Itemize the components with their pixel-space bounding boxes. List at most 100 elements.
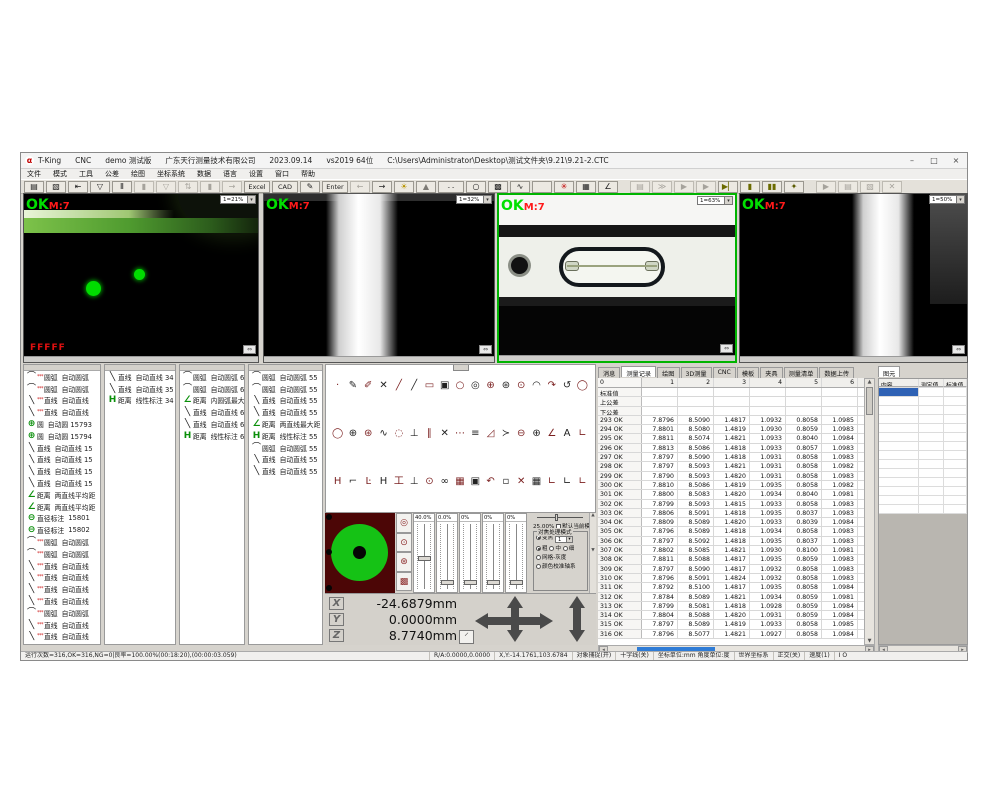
tool-icon[interactable]: ⊛ — [361, 427, 376, 441]
jog-down-icon[interactable] — [507, 630, 523, 642]
toolbar-export-cad-button[interactable]: CAD — [272, 181, 298, 193]
tool-icon[interactable]: ↺ — [559, 379, 574, 393]
tool-icon[interactable]: ⊕ — [483, 379, 498, 393]
tool-icon[interactable]: H — [376, 475, 391, 489]
feature-item[interactable]: ╲直线自动直线 15 — [24, 442, 100, 454]
feature-item[interactable]: ⌒***圆弧自动圆弧 — [24, 383, 100, 395]
slider-thumb[interactable] — [487, 580, 500, 585]
table-row[interactable]: 294 OK7.88018.50801.48191.09300.80591.09… — [598, 425, 864, 434]
zoom-level-select[interactable]: 1▾ — [555, 536, 573, 543]
tool-icon[interactable]: ∟ — [544, 475, 559, 489]
tool-icon[interactable]: ∟ — [575, 475, 590, 489]
camera-view-3-selected[interactable]: OKM:71=63%▾⇔ — [497, 193, 737, 363]
feature-item[interactable]: ⌒***圆弧自动圆弧 — [24, 548, 100, 560]
tab-模板[interactable]: 模板 — [737, 367, 759, 378]
camera-zoom-select[interactable]: 1=50%▾ — [929, 195, 965, 204]
tab-测量清单[interactable]: 测量清单 — [784, 367, 819, 378]
tool-icon[interactable]: ◎ — [468, 379, 483, 393]
tool-icon[interactable]: ✕ — [376, 379, 391, 393]
table-row[interactable]: 299 OK7.87908.50931.48201.09310.80581.09… — [598, 472, 864, 481]
feature-item[interactable]: ╲***直线自动直线 — [24, 583, 100, 595]
tool-icon[interactable]: · — [330, 379, 345, 393]
tool-icon[interactable]: ∿ — [376, 427, 391, 441]
table-row[interactable]: 311 OK7.87928.51001.48171.09350.80581.09… — [598, 583, 864, 592]
toolbar-laser-icon[interactable]: ✳ — [554, 181, 574, 193]
toolbar-edge-tool-icon[interactable]: Ⅱ — [112, 181, 132, 193]
tool-icon[interactable]: ◠ — [529, 379, 544, 393]
feature-item[interactable]: ⊕圆自动圆 15793 — [24, 418, 100, 430]
focus-level-radio[interactable] — [536, 546, 541, 551]
tool-icon[interactable]: ▦ — [452, 475, 467, 489]
table-row[interactable]: 315 OK7.87978.50891.48191.09330.80581.09… — [598, 620, 864, 629]
feature-item[interactable]: ╲直线自动直线 15 — [24, 454, 100, 466]
table-row[interactable]: 307 OK7.88028.50851.48211.09300.81001.09… — [598, 546, 864, 555]
feature-item[interactable]: ╲***直线自动直线 — [24, 631, 100, 643]
feature-item[interactable]: ⌒圆弧自动圆弧 64 — [180, 383, 244, 395]
color-cal-radio[interactable] — [536, 564, 541, 569]
feature-item[interactable]: H距离线性标注 34 — [105, 395, 175, 407]
toolbar-magnifier-icon[interactable]: ○ — [466, 181, 486, 193]
tool-icon[interactable]: ✐ — [361, 379, 376, 393]
table-row[interactable]: 314 OK7.88048.50881.48201.09310.80591.09… — [598, 611, 864, 620]
feature-item[interactable]: ⌒圆弧自动圆弧 55 — [249, 442, 322, 454]
tool-icon[interactable]: ✕ — [437, 427, 452, 441]
tool-icon[interactable]: ⌐ — [345, 475, 360, 489]
maximize-button[interactable]: □ — [923, 153, 945, 168]
close-button[interactable]: × — [945, 153, 967, 168]
curve-tool-button[interactable]: ⸍ — [459, 630, 474, 644]
feature-item[interactable]: ∠距离两直线最大距 — [249, 418, 322, 430]
tolerance-row[interactable]: 下公差 — [598, 407, 864, 416]
table-row[interactable]: 302 OK7.87998.50931.48151.09330.80581.09… — [598, 500, 864, 509]
zoom-slider[interactable] — [537, 517, 583, 518]
tool-icon[interactable]: A — [559, 427, 574, 441]
toolbar-probe-icon[interactable]: ▽ — [90, 181, 110, 193]
toolbar-report-pen-icon[interactable]: ✎ — [300, 181, 320, 193]
camera-resize-grip-icon[interactable]: ⇔ — [479, 345, 492, 354]
table-row[interactable]: 310 OK7.87968.50911.48241.09320.80581.09… — [598, 574, 864, 583]
feature-item[interactable]: ⊖直径标注15801 — [24, 513, 100, 525]
feature-item[interactable]: ╲直线自动直线 34 — [105, 371, 175, 383]
tool-icon[interactable]: ✎ — [345, 379, 360, 393]
tab-elements[interactable]: 图元 — [878, 366, 900, 377]
feature-item[interactable]: ⌒***圆弧自动圆弧 — [24, 371, 100, 383]
list-item[interactable] — [879, 460, 967, 469]
table-row[interactable]: 309 OK7.87978.50901.48171.09320.80581.09… — [598, 565, 864, 574]
menu-item[interactable]: 设置 — [243, 169, 269, 179]
light-slider[interactable]: 0% — [505, 513, 527, 593]
toolbar-export-excel-button[interactable]: Excel — [244, 181, 270, 193]
list-item[interactable] — [879, 424, 967, 433]
tool-icon[interactable]: ↷ — [544, 379, 559, 393]
table-row[interactable]: 308 OK7.88118.50881.48171.09350.80591.09… — [598, 555, 864, 564]
feature-item[interactable]: ⌒圆弧自动圆弧 55 — [249, 371, 322, 383]
tool-icon[interactable]: ⊙ — [422, 475, 437, 489]
minimize-button[interactable]: – — [901, 153, 923, 168]
light-mode-icon[interactable]: ⊛ — [396, 552, 412, 572]
tool-icon[interactable]: ↶ — [483, 475, 498, 489]
toolbar-blank-icon[interactable] — [532, 181, 552, 193]
feature-item[interactable]: ╲直线自动直线 55 — [249, 465, 322, 477]
feature-item[interactable]: ╲直线自动直线 55 — [249, 454, 322, 466]
tool-icon[interactable]: ╱ — [406, 379, 421, 393]
feature-item[interactable]: ⌒圆弧自动圆弧 64 — [180, 371, 244, 383]
feature-item[interactable]: ╲***直线自动直线 — [24, 595, 100, 607]
feature-item[interactable]: ⌒***圆弧自动圆弧 — [24, 536, 100, 548]
tool-icon[interactable]: ◌ — [391, 427, 406, 441]
list-item[interactable] — [879, 478, 967, 487]
jog-up-down-arrows[interactable] — [507, 596, 523, 642]
camera-resize-grip-icon[interactable]: ⇔ — [243, 345, 256, 354]
list-item[interactable] — [879, 505, 967, 514]
feature-item[interactable]: ╲***直线自动直线 — [24, 406, 100, 418]
tab-CNC[interactable]: CNC — [713, 367, 736, 378]
toolbar-stage-move-icon[interactable]: ⇤ — [68, 181, 88, 193]
feature-item[interactable]: H距离线性标注 55 — [249, 430, 322, 442]
tool-icon[interactable]: ∞ — [437, 475, 452, 489]
tool-icon[interactable]: ⊙ — [514, 379, 529, 393]
toolbar-enter-button[interactable]: Enter — [322, 181, 348, 193]
tool-icon[interactable]: ⊥ — [406, 427, 421, 441]
camera-zoom-select[interactable]: 1=21%▾ — [220, 195, 256, 204]
slider-thumb[interactable] — [510, 580, 523, 585]
list-item[interactable] — [879, 406, 967, 415]
table-row[interactable]: 303 OK7.88068.50911.48181.09350.80371.09… — [598, 509, 864, 518]
tool-icon[interactable]: ○ — [452, 379, 467, 393]
table-row[interactable]: 293 OK7.87968.50901.48171.09320.80581.09… — [598, 416, 864, 425]
